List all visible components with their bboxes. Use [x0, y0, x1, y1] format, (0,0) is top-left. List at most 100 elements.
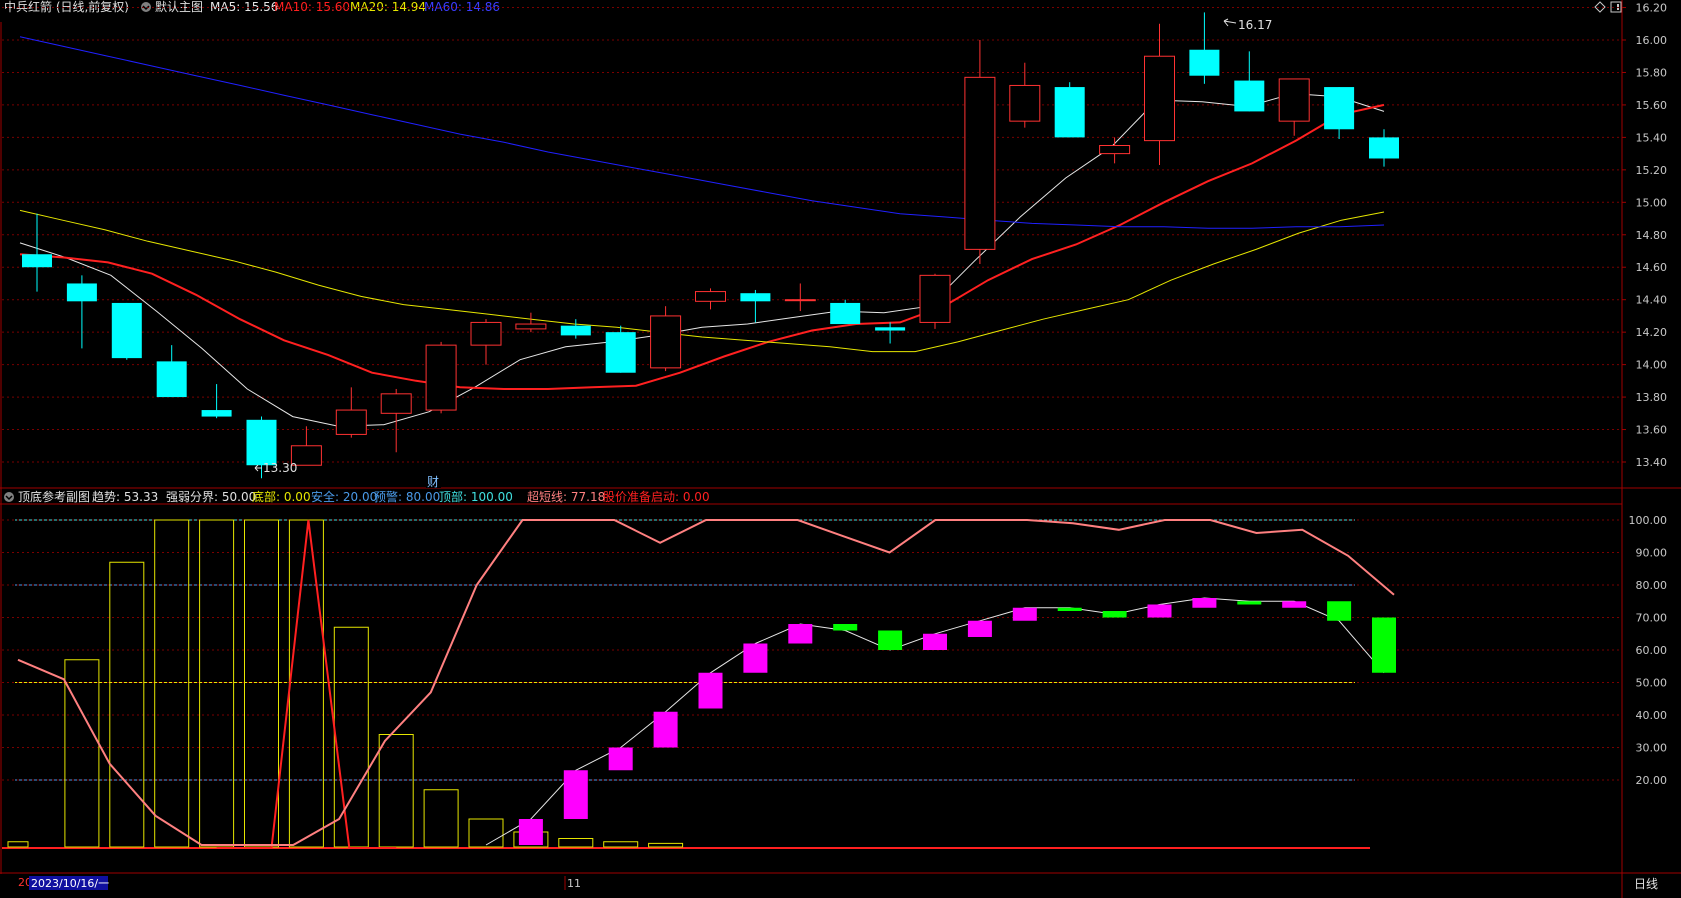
price-tick-label: 13.40 — [1636, 456, 1668, 469]
trend-box — [833, 624, 858, 631]
candle-body — [650, 315, 682, 369]
candle-body — [1324, 87, 1355, 130]
candle — [830, 299, 861, 325]
ma10-label: MA10: 15.60 — [274, 0, 350, 14]
super-short-label: 超短线: 77.18 — [527, 489, 605, 504]
trend-box — [1327, 601, 1352, 621]
trend-box — [788, 624, 813, 644]
trend-box — [698, 672, 723, 709]
trend-box — [1237, 601, 1262, 605]
candle-body — [1278, 78, 1310, 122]
price-tick-label: 15.60 — [1636, 99, 1668, 112]
candle-body — [470, 321, 502, 346]
stock-title[interactable]: 中兵红箭 (日线,前复权) — [4, 0, 129, 14]
candle-body — [784, 299, 816, 302]
candle-body — [964, 76, 996, 250]
warn-label: 预警: 80.00 — [374, 489, 440, 504]
period-selector[interactable]: 日线 — [1634, 877, 1658, 891]
sub-tick-label: 40.00 — [1636, 709, 1668, 722]
candle-body — [695, 291, 726, 302]
candle — [605, 325, 636, 373]
sub-tick-label: 50.00 — [1636, 677, 1668, 690]
trend-box — [563, 770, 588, 819]
candle-body — [380, 393, 412, 414]
trend-box — [1192, 598, 1217, 608]
svg-text:13.30: 13.30 — [263, 461, 297, 475]
sub-tick-label: 100.00 — [1629, 514, 1668, 527]
chart-settings-icon[interactable] — [141, 2, 151, 12]
candle-body — [1369, 137, 1399, 159]
main-chart-label[interactable]: 默认主图 — [155, 0, 203, 14]
sub-settings-icon[interactable] — [4, 492, 14, 502]
candle-body — [740, 293, 771, 302]
trend-box — [923, 633, 947, 650]
trend-box — [878, 630, 903, 650]
trend-box — [1057, 607, 1082, 611]
price-tick-label: 14.80 — [1636, 229, 1668, 242]
trend-box — [743, 643, 768, 673]
trend-box — [1372, 617, 1396, 673]
ma5-label: MA5: 15.56 — [210, 0, 278, 14]
candle-body — [1009, 84, 1041, 122]
candle-body — [1234, 80, 1265, 112]
candle — [425, 341, 457, 414]
candle-body — [1144, 55, 1175, 142]
trend-box — [518, 819, 543, 845]
date-cursor-label: 2023/10/16/一 — [29, 876, 109, 890]
candle-body — [66, 283, 97, 302]
sub-tick-label: 90.00 — [1636, 547, 1668, 560]
price-tick-label: 14.60 — [1636, 261, 1668, 274]
top-label: 顶部: 100.00 — [439, 489, 513, 504]
finance-marker[interactable]: 财 — [426, 473, 441, 489]
candle-body — [875, 327, 906, 331]
price-tick-label: 15.00 — [1636, 196, 1668, 209]
trend-box — [608, 747, 633, 771]
candle-body — [111, 302, 142, 359]
price-tick-label: 14.20 — [1636, 326, 1668, 339]
candle-body — [425, 344, 457, 411]
price-tick-label: 16.20 — [1636, 2, 1668, 15]
trend-box — [653, 711, 678, 748]
ma60-label: MA60: 14.86 — [424, 0, 500, 14]
safe-label: 安全: 20.00 — [311, 489, 377, 504]
main-header: 中兵红箭 (日线,前复权) 默认主图 MA5: 15.56 MA10: 15.6… — [4, 0, 500, 14]
candle-body — [156, 361, 187, 398]
month-label: 11 — [567, 877, 581, 890]
candle — [919, 273, 951, 329]
candle-body — [201, 410, 232, 417]
svg-text:2023/10/16/一: 2023/10/16/一 — [31, 877, 109, 890]
sub-tick-label: 30.00 — [1636, 742, 1668, 755]
candle-body — [22, 254, 52, 268]
svg-text:日线: 日线 — [1634, 877, 1658, 891]
sub-tick-label: 20.00 — [1636, 774, 1668, 787]
price-tick-label: 13.80 — [1636, 391, 1668, 404]
sub-header: 顶底参考副图 趋势: 53.33 强弱分界: 50.00 底部: 0.00 安全… — [4, 489, 710, 504]
candle-body — [1099, 145, 1131, 155]
candle-body — [919, 274, 951, 323]
candle-body — [515, 323, 547, 330]
trend-label: 趋势: 53.33 — [92, 490, 158, 504]
candle-body — [246, 419, 277, 466]
trend-box — [1012, 607, 1037, 621]
trend-box — [967, 620, 992, 637]
candle-body — [605, 332, 636, 373]
price-tick-label: 15.40 — [1636, 131, 1668, 144]
svg-text:财: 财 — [427, 475, 439, 489]
candle-body — [830, 302, 861, 325]
candle — [1054, 82, 1085, 138]
price-tick-label: 15.80 — [1636, 66, 1668, 79]
bottom-label: 底部: 0.00 — [252, 489, 311, 504]
sub-chart-title[interactable]: 顶底参考副图 — [18, 489, 90, 504]
candle-body — [1054, 87, 1085, 138]
trend-box — [1282, 601, 1307, 608]
svg-text:16.17: 16.17 — [1238, 18, 1272, 32]
candle-body — [335, 409, 367, 435]
candle — [111, 302, 142, 360]
stock-chart-canvas: 中兵红箭 (日线,前复权) 默认主图 MA5: 15.56 MA10: 15.6… — [0, 0, 1681, 898]
ma20-label: MA20: 14.94 — [350, 0, 426, 14]
candle-body — [560, 325, 591, 336]
price-tick-label: 16.00 — [1636, 34, 1668, 47]
price-tick-label: 14.40 — [1636, 294, 1668, 307]
start-label: 股价准备启动: 0.00 — [603, 490, 710, 504]
sub-tick-label: 70.00 — [1636, 612, 1668, 625]
